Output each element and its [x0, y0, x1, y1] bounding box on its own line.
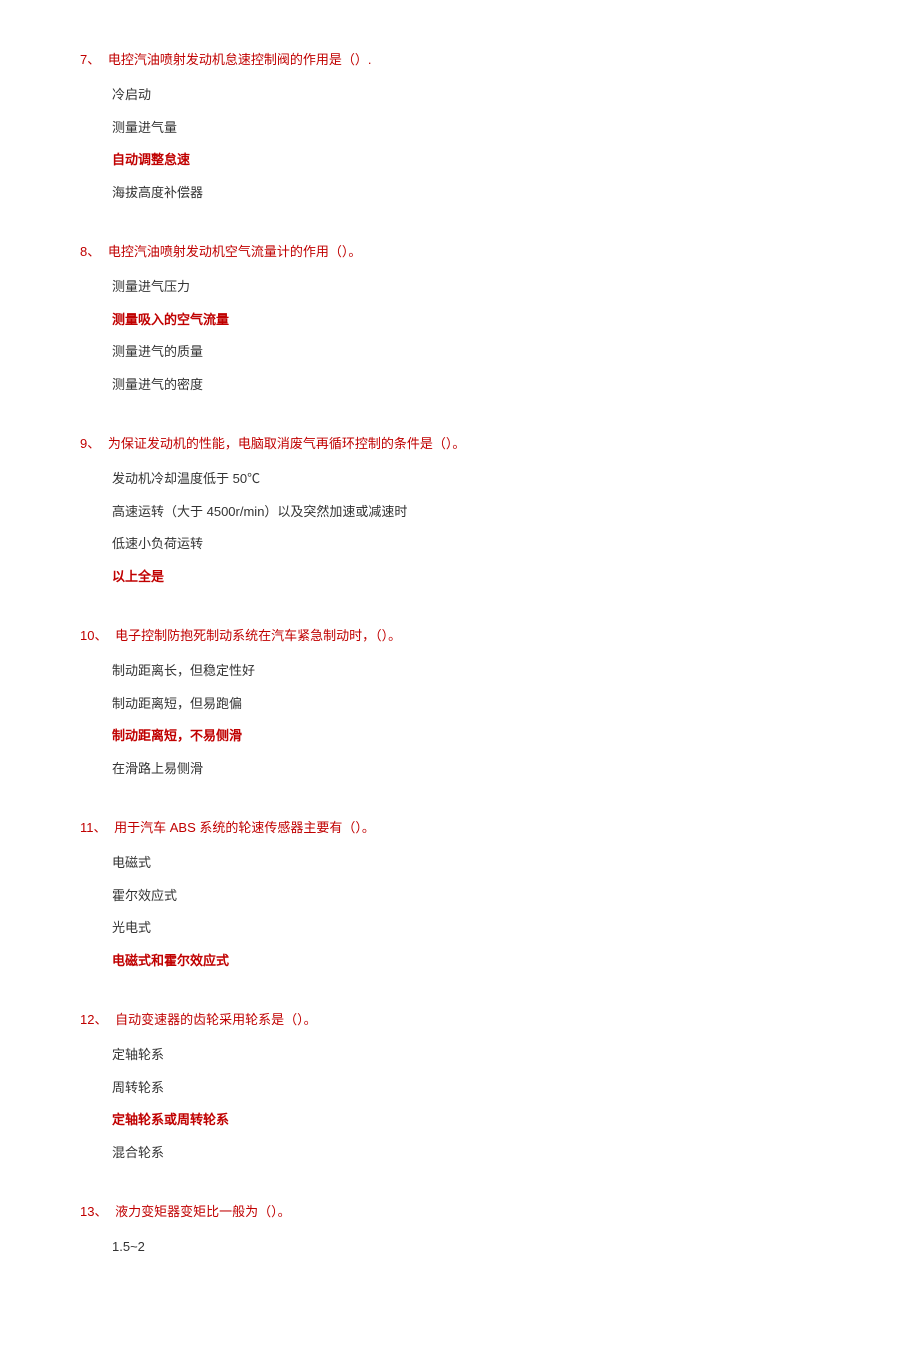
- question-text: 电控汽油喷射发动机空气流量计的作用（）。: [108, 244, 362, 259]
- question-text: 电控汽油喷射发动机怠速控制阀的作用是（）.: [108, 52, 372, 67]
- option: 发动机冷却温度低于 50℃: [112, 469, 840, 490]
- option: 测量进气的密度: [112, 375, 840, 396]
- question-header: 13、 液力变矩器变矩比一般为（）。: [80, 1202, 840, 1223]
- option-correct: 定轴轮系或周转轮系: [112, 1110, 840, 1131]
- option-correct: 电磁式和霍尔效应式: [112, 951, 840, 972]
- question-header: 8、 电控汽油喷射发动机空气流量计的作用（）。: [80, 242, 840, 263]
- question-list: 7、 电控汽油喷射发动机怠速控制阀的作用是（）. 冷启动测量进气量自动调整怠速海拔…: [80, 50, 840, 1258]
- option: 定轴轮系: [112, 1045, 840, 1066]
- option: 周转轮系: [112, 1078, 840, 1099]
- question-header: 9、 为保证发动机的性能，电脑取消废气再循环控制的条件是（）。: [80, 434, 840, 455]
- option: 低速小负荷运转: [112, 534, 840, 555]
- question-number: 12、: [80, 1012, 107, 1027]
- option: 海拔高度补偿器: [112, 183, 840, 204]
- question-text: 电子控制防抱死制动系统在汽车紧急制动时，（）。: [115, 628, 401, 643]
- option-correct: 以上全是: [112, 567, 840, 588]
- option: 光电式: [112, 918, 840, 939]
- option-correct: 测量吸入的空气流量: [112, 310, 840, 331]
- question-text: 自动变速器的齿轮采用轮系是（）。: [115, 1012, 317, 1027]
- option: 1.5~2: [112, 1237, 840, 1258]
- question-text: 用于汽车 ABS 系统的轮速传感器主要有（）。: [114, 820, 375, 835]
- question-header: 10、 电子控制防抱死制动系统在汽车紧急制动时，（）。: [80, 626, 840, 647]
- option: 测量进气量: [112, 118, 840, 139]
- option: 高速运转（大于 4500r/min）以及突然加速或减速时: [112, 502, 840, 523]
- question-number: 11、: [80, 820, 107, 835]
- option: 霍尔效应式: [112, 886, 840, 907]
- question-block: 13、 液力变矩器变矩比一般为（）。 1.5~2: [80, 1202, 840, 1258]
- option: 测量进气压力: [112, 277, 840, 298]
- option: 测量进气的质量: [112, 342, 840, 363]
- option: 制动距离长，但稳定性好: [112, 661, 840, 682]
- question-block: 11、 用于汽车 ABS 系统的轮速传感器主要有（）。电磁式霍尔效应式光电式电磁…: [80, 818, 840, 972]
- question-block: 7、 电控汽油喷射发动机怠速控制阀的作用是（）. 冷启动测量进气量自动调整怠速海拔…: [80, 50, 840, 204]
- question-text: 为保证发动机的性能，电脑取消废气再循环控制的条件是（）。: [108, 436, 466, 451]
- question-block: 10、 电子控制防抱死制动系统在汽车紧急制动时，（）。制动距离长，但稳定性好制动…: [80, 626, 840, 780]
- question-header: 12、 自动变速器的齿轮采用轮系是（）。: [80, 1010, 840, 1031]
- option: 制动距离短，但易跑偏: [112, 694, 840, 715]
- option: 电磁式: [112, 853, 840, 874]
- option-correct: 自动调整怠速: [112, 150, 840, 171]
- question-number: 9、: [80, 436, 100, 451]
- question-header: 7、 电控汽油喷射发动机怠速控制阀的作用是（）.: [80, 50, 840, 71]
- question-number: 8、: [80, 244, 100, 259]
- question-block: 12、 自动变速器的齿轮采用轮系是（）。定轴轮系周转轮系定轴轮系或周转轮系混合轮…: [80, 1010, 840, 1164]
- option: 冷启动: [112, 85, 840, 106]
- question-block: 9、 为保证发动机的性能，电脑取消废气再循环控制的条件是（）。发动机冷却温度低于…: [80, 434, 840, 588]
- question-header: 11、 用于汽车 ABS 系统的轮速传感器主要有（）。: [80, 818, 840, 839]
- question-number: 13、: [80, 1204, 107, 1219]
- question-block: 8、 电控汽油喷射发动机空气流量计的作用（）。测量进气压力测量吸入的空气流量测量…: [80, 242, 840, 396]
- question-number: 7、: [80, 52, 100, 67]
- question-number: 10、: [80, 628, 107, 643]
- option-correct: 制动距离短，不易侧滑: [112, 726, 840, 747]
- question-text: 液力变矩器变矩比一般为（）。: [115, 1204, 291, 1219]
- option: 在滑路上易侧滑: [112, 759, 840, 780]
- option: 混合轮系: [112, 1143, 840, 1164]
